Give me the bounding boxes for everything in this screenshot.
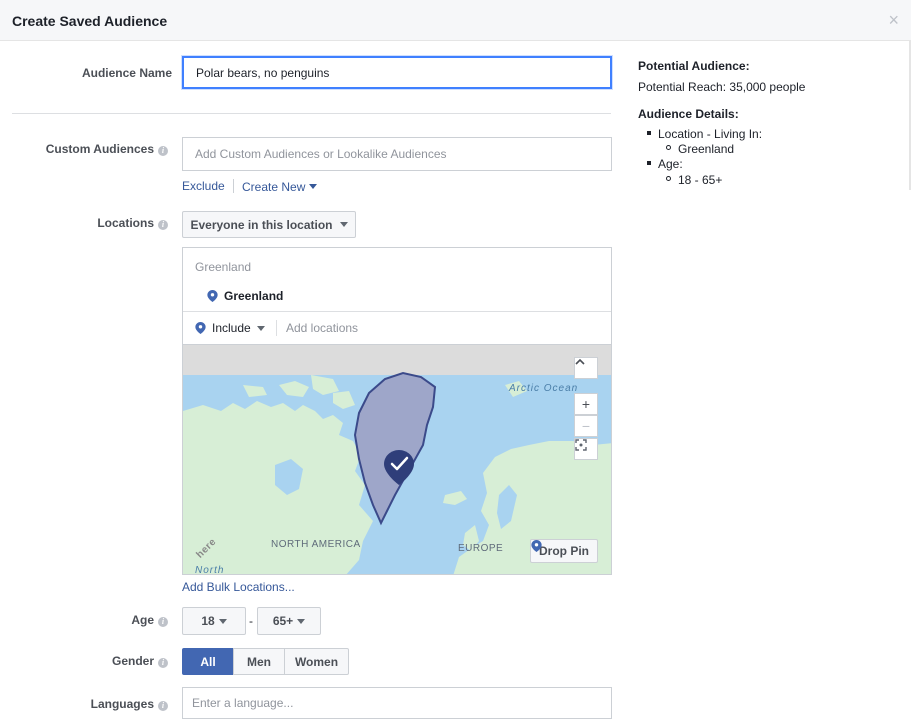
languages-label-text: Languages xyxy=(90,697,154,711)
audience-name-value: Polar bears, no penguins xyxy=(196,65,330,80)
include-label: Include xyxy=(212,321,251,335)
add-bulk-locations-link[interactable]: Add Bulk Locations... xyxy=(182,580,295,594)
chevron-down-icon xyxy=(309,184,318,189)
potential-audience-heading: Potential Audience: xyxy=(638,59,750,73)
age-min-value: 18 xyxy=(201,614,215,628)
map-label-europe: EUROPE xyxy=(458,543,504,554)
location-type-value: Everyone in this location xyxy=(190,217,333,232)
age-max-dropdown[interactable]: 65+ xyxy=(257,607,321,635)
info-icon[interactable]: i xyxy=(158,617,168,627)
drop-pin-label: Drop Pin xyxy=(539,544,589,558)
location-country-header: Greenland xyxy=(195,260,252,274)
map-label-north: North xyxy=(195,565,225,575)
fullscreen-icon xyxy=(575,439,587,451)
age-label: Age i xyxy=(131,613,168,627)
exclude-link[interactable]: Exclude xyxy=(182,179,225,193)
audience-details-heading: Audience Details: xyxy=(638,107,739,121)
section-divider xyxy=(12,113,611,114)
selected-location[interactable]: Greenland xyxy=(207,289,283,303)
drop-pin-button[interactable]: Drop Pin xyxy=(530,539,598,563)
audience-name-input[interactable]: Polar bears, no penguins xyxy=(182,56,612,89)
location-pin-icon xyxy=(195,322,206,334)
locations-label: Locations i xyxy=(97,216,168,230)
chevron-up-icon xyxy=(575,358,585,365)
location-type-dropdown[interactable]: Everyone in this location xyxy=(182,211,356,238)
info-icon[interactable]: i xyxy=(158,146,168,156)
details-age-value: 18 - 65+ xyxy=(678,173,723,187)
zoom-out-button[interactable]: − xyxy=(574,415,598,437)
info-icon[interactable]: i xyxy=(158,220,168,230)
age-separator: - xyxy=(249,614,253,628)
details-location-item: Location - Living In: xyxy=(658,127,763,141)
chevron-down-icon xyxy=(218,618,227,624)
gender-men-button[interactable]: Men xyxy=(233,648,285,675)
custom-audiences-label: Custom Audiences i xyxy=(46,142,168,156)
info-icon[interactable]: i xyxy=(158,658,168,668)
location-row-divider xyxy=(183,311,611,312)
zoom-in-button[interactable]: + xyxy=(574,393,598,415)
languages-input[interactable]: Enter a language... xyxy=(182,687,612,719)
location-pin-icon xyxy=(531,540,542,552)
languages-label: Languages i xyxy=(91,697,168,711)
map-label-arctic: Arctic Ocean xyxy=(509,383,579,394)
dialog-title: Create Saved Audience xyxy=(12,13,168,29)
bullet xyxy=(647,161,651,165)
details-age-item: Age: xyxy=(658,157,683,171)
locations-label-text: Locations xyxy=(97,216,154,230)
bullet xyxy=(666,176,671,181)
recenter-button[interactable] xyxy=(574,438,598,460)
chevron-down-icon xyxy=(339,222,348,227)
zoom-in-icon: + xyxy=(581,396,591,412)
location-selector: Greenland Greenland Include Add location… xyxy=(182,247,612,344)
gender-all-button[interactable]: All xyxy=(182,648,234,675)
potential-reach-text: Potential Reach: 35,000 people xyxy=(638,80,806,94)
chevron-down-icon xyxy=(256,325,265,331)
chevron-down-icon xyxy=(297,618,306,624)
add-locations-input[interactable]: Add locations xyxy=(286,321,358,335)
age-min-dropdown[interactable]: 18 xyxy=(182,607,246,635)
bullet xyxy=(666,145,671,150)
custom-audiences-input[interactable]: Add Custom Audiences or Lookalike Audien… xyxy=(182,137,612,171)
selected-location-name: Greenland xyxy=(224,289,284,303)
age-max-value: 65+ xyxy=(272,614,294,628)
create-new-label: Create New xyxy=(242,180,306,194)
bullet xyxy=(647,131,651,135)
details-location-value: Greenland xyxy=(678,142,735,156)
create-new-dropdown[interactable]: Create New xyxy=(242,180,318,194)
link-separator xyxy=(233,179,234,193)
info-icon[interactable]: i xyxy=(158,701,168,711)
gender-label-text: Gender xyxy=(111,654,154,668)
include-dropdown[interactable]: Include xyxy=(195,321,265,335)
include-separator xyxy=(276,320,277,336)
location-pin-icon xyxy=(207,290,218,302)
map-label-north-america: NORTH AMERICA xyxy=(271,539,361,550)
zoom-out-icon: − xyxy=(581,418,591,434)
custom-audiences-label-text: Custom Audiences xyxy=(45,142,154,156)
location-map[interactable]: Arctic Ocean NORTH AMERICA EUROPE here N… xyxy=(182,344,612,575)
map-collapse-button[interactable] xyxy=(574,357,598,379)
languages-placeholder: Enter a language... xyxy=(192,696,294,710)
gender-women-button[interactable]: Women xyxy=(284,648,349,675)
custom-audiences-placeholder: Add Custom Audiences or Lookalike Audien… xyxy=(195,147,447,161)
gender-label: Gender i xyxy=(112,654,168,668)
close-icon[interactable]: × xyxy=(888,11,899,29)
age-label-text: Age xyxy=(131,613,154,627)
dialog-header: Create Saved Audience × xyxy=(0,0,911,41)
audience-name-label: Audience Name xyxy=(81,66,172,80)
